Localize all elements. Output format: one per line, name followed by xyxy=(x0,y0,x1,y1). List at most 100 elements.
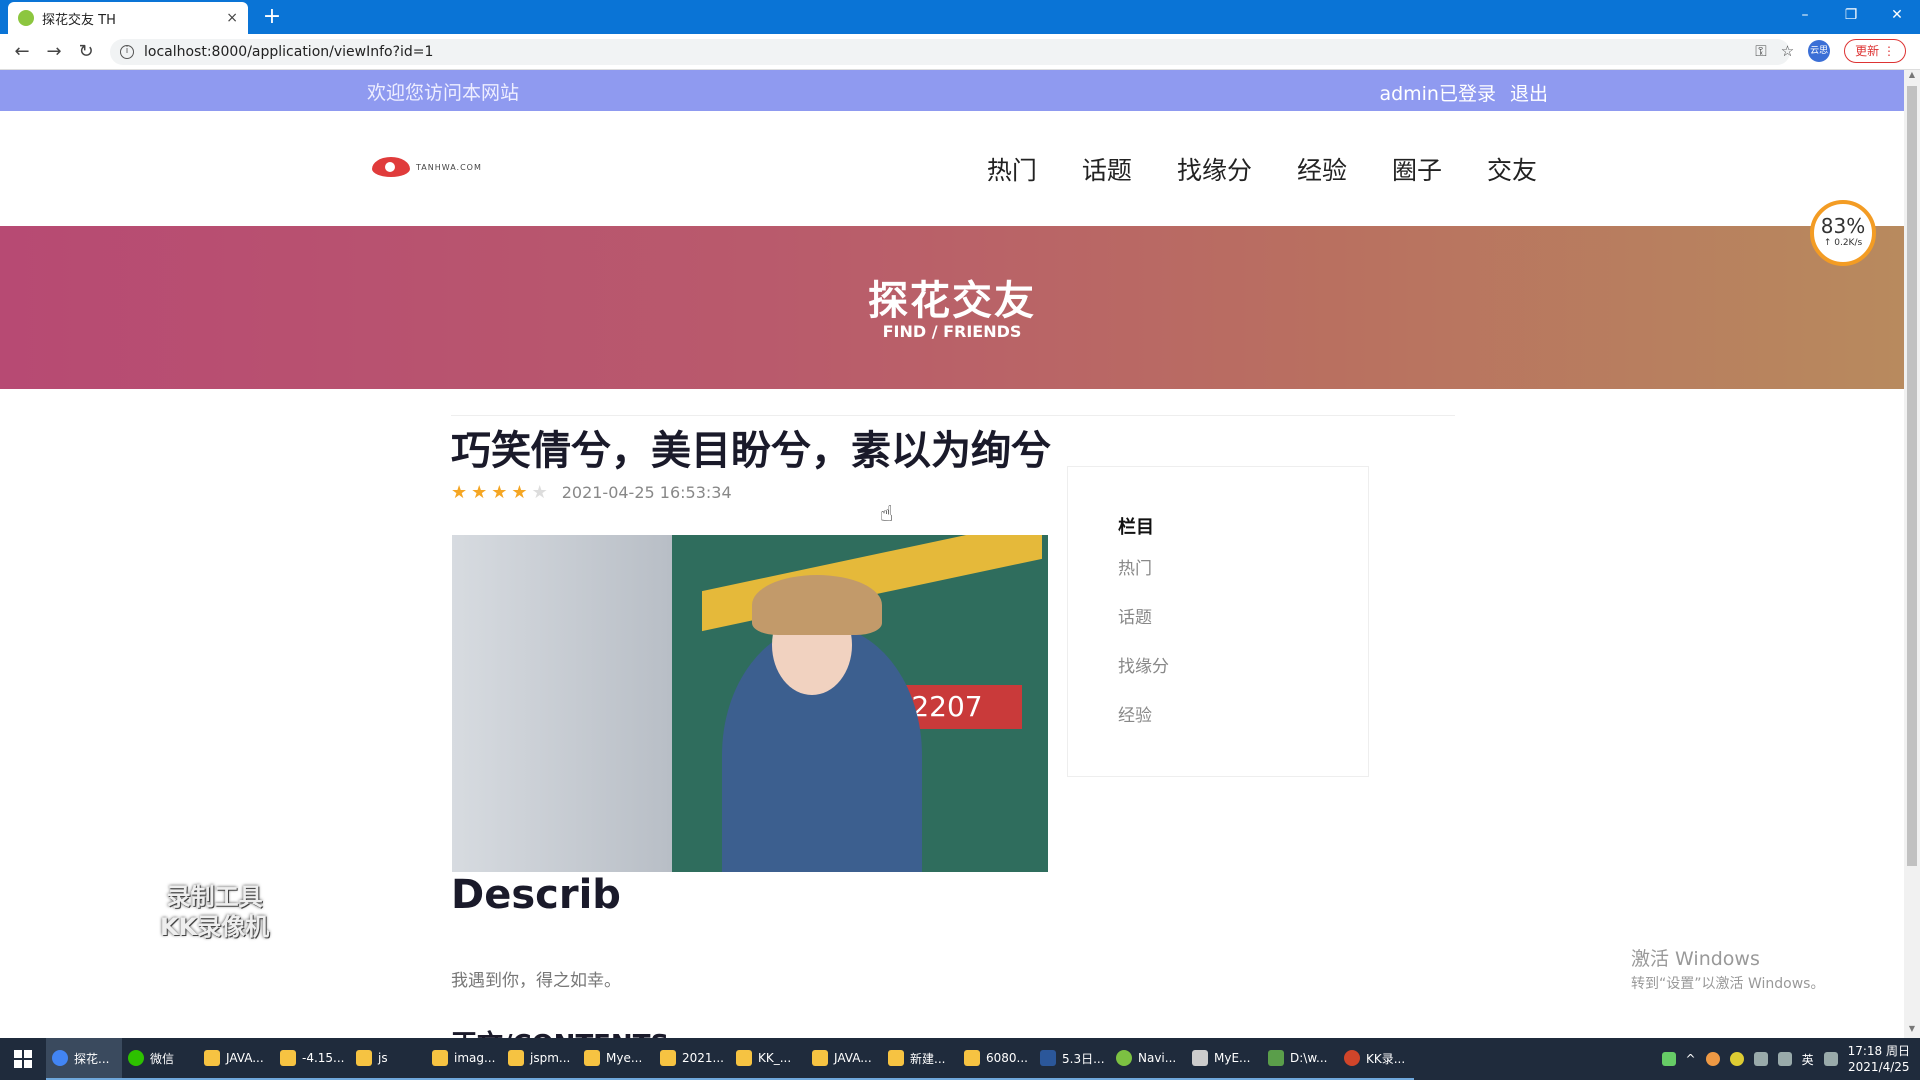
article-meta: ★ ★ ★ ★ ★ 2021-04-25 16:53:34 xyxy=(451,482,732,503)
taskbar-item[interactable]: MyE... xyxy=(1186,1038,1262,1080)
keyboard-icon[interactable] xyxy=(1823,1052,1838,1066)
close-window-button[interactable]: ✕ xyxy=(1874,0,1920,30)
main-nav: 热门 话题 找缘分 经验 圈子 交友 xyxy=(987,151,1537,187)
taskbar-clock[interactable]: 17:18 周日 2021/4/25 xyxy=(1848,1043,1910,1075)
taskbar-item[interactable]: KK录... xyxy=(1338,1038,1414,1080)
minimize-button[interactable]: – xyxy=(1782,0,1828,30)
leaf-favicon-icon xyxy=(18,10,34,26)
navicat-icon xyxy=(1116,1050,1132,1066)
tray-battery-icon[interactable] xyxy=(1661,1052,1676,1066)
tray-expand-icon[interactable]: ^ xyxy=(1686,1052,1696,1066)
logout-link[interactable]: 退出 xyxy=(1510,79,1548,106)
category-sidebar: 栏目 热门 话题 找缘分 经验 xyxy=(1067,466,1369,777)
back-button[interactable]: ← xyxy=(10,40,34,64)
taskbar-item[interactable]: KK_... xyxy=(730,1038,806,1080)
taskbar-item[interactable]: 6080... xyxy=(958,1038,1034,1080)
taskbar-item[interactable]: -4.15... xyxy=(274,1038,350,1080)
nav-item-topics[interactable]: 话题 xyxy=(1082,151,1132,187)
folder-icon xyxy=(584,1050,600,1066)
taskbar-item[interactable]: imag... xyxy=(426,1038,502,1080)
url-bar[interactable]: i localhost:8000/application/viewInfo?id… xyxy=(110,39,1790,65)
site-logo[interactable]: TANHWA.COM xyxy=(372,157,482,177)
nav-item-match[interactable]: 找缘分 xyxy=(1177,151,1252,187)
page-scrollbar[interactable]: ▲ ▼ xyxy=(1904,70,1920,1038)
logo-text: TANHWA.COM xyxy=(416,162,482,172)
sidebar-item-topics[interactable]: 话题 xyxy=(1118,603,1169,652)
profile-avatar[interactable]: 云思 xyxy=(1808,40,1831,62)
tray-app-icon[interactable] xyxy=(1705,1052,1720,1066)
hero-banner: 探花交友 FIND / FRIENDS xyxy=(0,226,1904,389)
folder-icon xyxy=(432,1050,448,1066)
system-tray: ^ 英 17:18 周日 2021/4/25 xyxy=(1661,1038,1920,1080)
sidebar-item-match[interactable]: 找缘分 xyxy=(1118,652,1169,701)
star-icon: ★ xyxy=(491,482,508,503)
clock-time: 17:18 周日 xyxy=(1847,1044,1910,1058)
activate-line2: 转到“设置”以激活 Windows。 xyxy=(1631,976,1825,992)
taskbar-item[interactable]: Mye... xyxy=(578,1038,654,1080)
nav-item-experience[interactable]: 经验 xyxy=(1297,151,1347,187)
describ-heading: Describ xyxy=(451,872,621,918)
sidebar-heading: 栏目 xyxy=(1118,517,1154,538)
start-button[interactable] xyxy=(0,1038,46,1080)
url-text: localhost:8000/application/viewInfo?id=1 xyxy=(144,44,434,60)
article-description: 我遇到你，得之如幸。 xyxy=(451,971,621,991)
browser-tab[interactable]: 探花交友 TH × xyxy=(8,2,248,34)
address-toolbar: ← → ↻ i localhost:8000/application/viewI… xyxy=(0,34,1920,70)
taskbar-item[interactable]: 探花... xyxy=(46,1038,122,1080)
activate-windows-notice: 激活 Windows 转到“设置”以激活 Windows。 xyxy=(1631,944,1824,993)
recorder-watermark: 录制工具 KK录像机 xyxy=(160,882,269,942)
tray-volume-icon[interactable] xyxy=(1777,1052,1792,1066)
scroll-down-icon[interactable]: ▼ xyxy=(1904,1024,1920,1038)
nav-item-friends[interactable]: 交友 xyxy=(1487,151,1537,187)
watermark-line2: KK录像机 xyxy=(160,913,270,941)
star-icon: ★ xyxy=(451,482,468,503)
eye-logo-icon xyxy=(372,157,410,177)
reload-button[interactable]: ↻ xyxy=(74,40,98,64)
scroll-thumb[interactable] xyxy=(1907,86,1917,866)
star-icon: ★ xyxy=(471,482,488,503)
forward-button[interactable]: → xyxy=(42,40,66,64)
nav-item-circles[interactable]: 圈子 xyxy=(1392,151,1442,187)
site-header: TANHWA.COM 热门 话题 找缘分 经验 圈子 交友 xyxy=(0,111,1904,226)
taskbar-item[interactable]: js xyxy=(350,1038,426,1080)
taskbar-item[interactable]: 5.3日... xyxy=(1034,1038,1110,1080)
taskbar-item[interactable]: JAVA... xyxy=(198,1038,274,1080)
login-status: admin已登录 xyxy=(1379,83,1496,105)
contents-heading: 正文/CONTENTS xyxy=(451,1024,669,1038)
taskbar-item[interactable]: 新建... xyxy=(882,1038,958,1080)
key-icon[interactable]: ⚿ xyxy=(1755,42,1766,60)
watermark-line1: 录制工具 xyxy=(166,883,263,911)
nav-item-hot[interactable]: 热门 xyxy=(987,151,1037,187)
login-area: admin已登录 退出 xyxy=(1379,79,1548,106)
taskbar-item[interactable]: jspm... xyxy=(502,1038,578,1080)
update-button[interactable]: 更新 ⋮ xyxy=(1844,39,1906,63)
tray-app-icon[interactable] xyxy=(1729,1052,1744,1066)
bookmark-star-icon[interactable]: ☆ xyxy=(1781,42,1794,60)
folder-icon xyxy=(660,1050,676,1066)
ime-indicator[interactable]: 英 xyxy=(1802,1051,1814,1068)
network-speed-widget[interactable]: 83% ↑ 0.2K/s xyxy=(1810,200,1876,266)
scroll-up-icon[interactable]: ▲ xyxy=(1904,70,1920,84)
sidebar-item-experience[interactable]: 经验 xyxy=(1118,701,1169,750)
site-info-icon[interactable]: i xyxy=(120,45,134,59)
restore-button[interactable]: ❐ xyxy=(1828,0,1874,30)
taskbar-item[interactable]: D:\w... xyxy=(1262,1038,1338,1080)
taskbar-item[interactable]: 2021... xyxy=(654,1038,730,1080)
windows-taskbar: 探花... 微信 JAVA... -4.15... js imag... jsp… xyxy=(0,1038,1920,1080)
article-photo: 2207 xyxy=(452,535,1048,872)
banner-subtitle: FIND / FRIENDS xyxy=(882,322,1022,341)
tab-close-icon[interactable]: × xyxy=(226,10,238,26)
tray-network-icon[interactable] xyxy=(1753,1052,1768,1066)
banner-title: 探花交友 xyxy=(868,278,1036,324)
photo-hat xyxy=(752,575,882,635)
taskbar-item[interactable]: 微信 xyxy=(122,1038,198,1080)
browser-tabbar: 探花交友 TH × + – ❐ ✕ xyxy=(0,0,1920,34)
taskbar-item[interactable]: Navi... xyxy=(1110,1038,1186,1080)
taskbar-item[interactable]: JAVA... xyxy=(806,1038,882,1080)
welcome-text: 欢迎您访问本网站 xyxy=(367,82,520,104)
folder-icon xyxy=(280,1050,296,1066)
divider xyxy=(451,415,1455,416)
new-tab-button[interactable]: + xyxy=(258,4,286,30)
sidebar-item-hot[interactable]: 热门 xyxy=(1118,554,1169,603)
folder-icon xyxy=(964,1050,980,1066)
